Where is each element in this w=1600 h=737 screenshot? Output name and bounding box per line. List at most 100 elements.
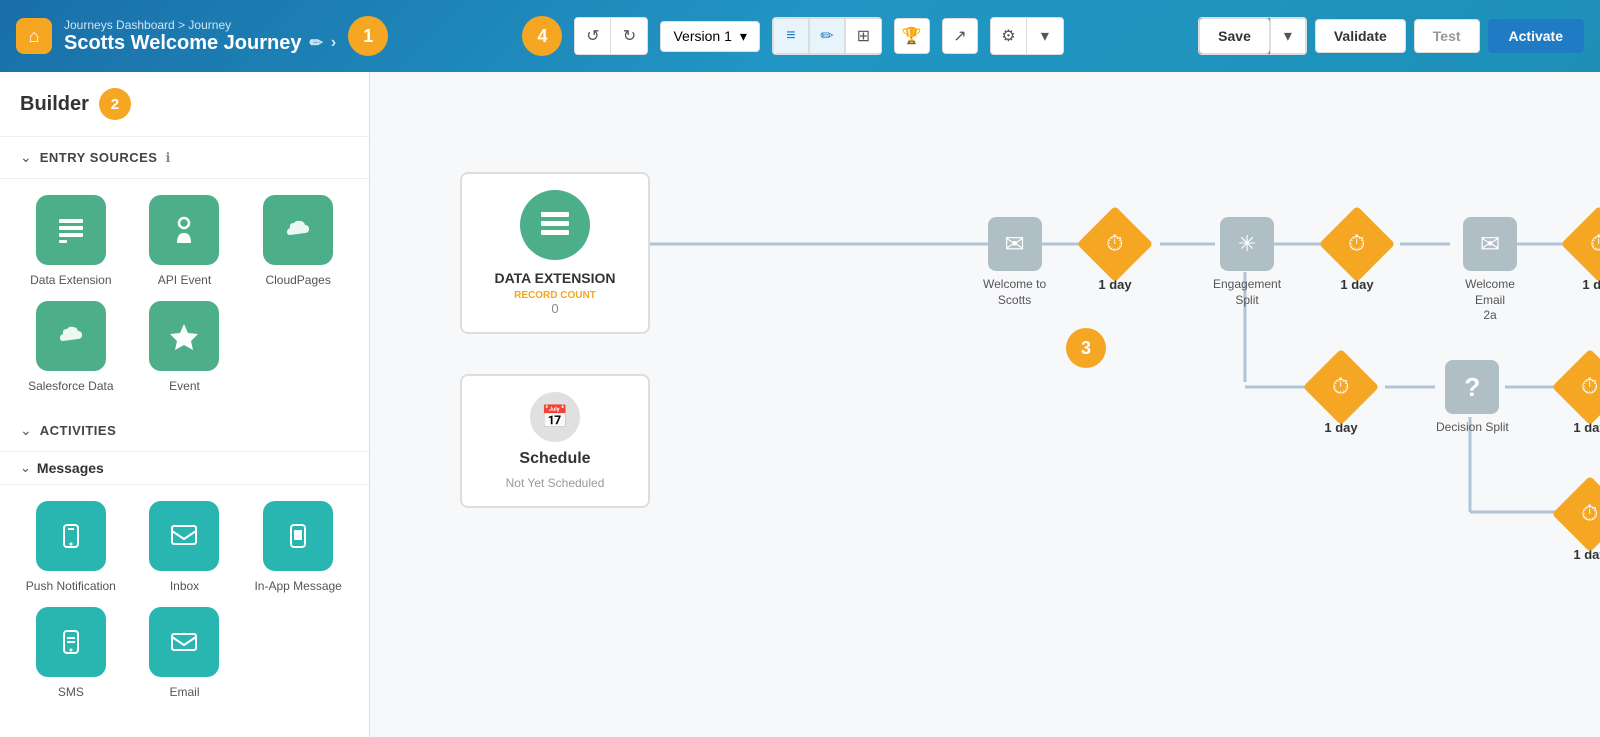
validate-button[interactable]: Validate: [1315, 19, 1406, 53]
activities-toggle[interactable]: ⌄: [20, 422, 32, 439]
welcome-scotts-node[interactable]: ✉ Welcome toScotts: [983, 217, 1046, 308]
email-label: Email: [169, 685, 199, 701]
undo-button[interactable]: ↺: [575, 18, 611, 54]
edit-icon[interactable]: ✏: [309, 33, 322, 53]
logo-icon[interactable]: ⌂: [16, 18, 52, 54]
grid-icon-btn[interactable]: ⊞: [845, 18, 881, 54]
step4-badge[interactable]: 4: [522, 16, 562, 56]
version-selector[interactable]: Version 1 ▾: [660, 21, 759, 52]
messages-toggle[interactable]: ⌄: [20, 460, 31, 476]
welcome-email-2a-icon: ✉: [1463, 217, 1517, 271]
decision-split-node[interactable]: ? Decision Split: [1436, 360, 1509, 436]
welcome-scotts-icon: ✉: [988, 217, 1042, 271]
schedule-subtitle: Not Yet Scheduled: [506, 476, 605, 490]
wait-2b-diamond: ⏱: [1303, 349, 1379, 425]
welcome-email-2a-node[interactable]: ✉ Welcome Email2a: [1450, 217, 1530, 324]
undo-redo-group: ↺ ↻: [574, 17, 648, 55]
schedule-icon: 📅: [530, 392, 580, 442]
sms-icon: [36, 607, 106, 677]
welcome-scotts-label: Welcome toScotts: [983, 277, 1046, 308]
wait-2a-node[interactable]: ⏱ 1 day: [1330, 217, 1384, 292]
data-extension-circle: [520, 190, 590, 260]
msg-push-notification[interactable]: Push Notification: [20, 501, 122, 595]
entry-item-event[interactable]: Event: [134, 301, 236, 395]
msg-email[interactable]: Email: [134, 607, 236, 701]
inbox-label: Inbox: [170, 579, 199, 595]
main-layout: Builder 2 ⌄ ENTRY SOURCES ℹ Data Extensi…: [0, 72, 1600, 737]
data-extension-node[interactable]: DATA EXTENSION RECORD COUNT 0: [460, 172, 650, 334]
breadcrumb: Journeys Dashboard > Journey: [64, 18, 336, 32]
msg-in-app[interactable]: In-App Message: [247, 501, 349, 595]
api-event-label: API Event: [158, 273, 211, 289]
arrow-right-icon: ›: [331, 34, 336, 52]
event-label: Event: [169, 379, 200, 395]
entry-item-data-extension[interactable]: Data Extension: [20, 195, 122, 289]
toolbar-icon-group: ≡ ✏ ⊞: [772, 17, 882, 55]
push-notification-icon: [36, 501, 106, 571]
sidebar-header: Builder 2: [0, 72, 369, 137]
decision-split-label: Decision Split: [1436, 420, 1509, 436]
engagement-split-icon: ✳: [1220, 217, 1274, 271]
messages-label: Messages: [37, 460, 104, 476]
api-event-icon: [149, 195, 219, 265]
data-extension-label: Data Extension: [30, 273, 111, 289]
welcome-email-2a-label: Welcome Email2a: [1450, 277, 1530, 324]
wait-2a-diamond: ⏱: [1319, 206, 1395, 282]
entry-item-api-event[interactable]: API Event: [134, 195, 236, 289]
sms-label: SMS: [58, 685, 84, 701]
wait-3c-diamond: ⏱: [1552, 476, 1600, 552]
test-button[interactable]: Test: [1414, 19, 1480, 53]
activate-button[interactable]: Activate: [1488, 19, 1584, 53]
save-dropdown-btn[interactable]: ▾: [1270, 18, 1306, 54]
trophy-icon-btn[interactable]: 🏆: [894, 18, 930, 54]
event-icon: [149, 301, 219, 371]
wait-3b-node[interactable]: ⏱ 1 day: [1563, 360, 1600, 435]
filter-icon-btn[interactable]: ≡: [773, 18, 809, 54]
msg-inbox[interactable]: Inbox: [134, 501, 236, 595]
settings-group: ⚙ ▾: [990, 17, 1064, 55]
entry-item-salesforce[interactable]: Salesforce Data: [20, 301, 122, 395]
in-app-label: In-App Message: [254, 579, 341, 595]
wait-3b-diamond: ⏱: [1552, 349, 1600, 425]
settings-icon-btn[interactable]: ⚙: [991, 18, 1027, 54]
engagement-split-label: EngagementSplit: [1213, 277, 1281, 308]
title-area: Journeys Dashboard > Journey Scotts Welc…: [64, 18, 336, 55]
entry-sources-header: ⌄ ENTRY SOURCES ℹ: [0, 137, 369, 179]
messages-header: ⌄ Messages: [0, 452, 369, 485]
salesforce-label: Salesforce Data: [28, 379, 113, 395]
redo-button[interactable]: ↻: [611, 18, 647, 54]
builder-title: Builder: [20, 93, 89, 116]
record-count-label: RECORD COUNT: [478, 290, 632, 301]
entry-sources-toggle[interactable]: ⌄: [20, 149, 32, 166]
step2-badge[interactable]: 2: [99, 88, 131, 120]
in-app-icon: [263, 501, 333, 571]
msg-sms[interactable]: SMS: [20, 607, 122, 701]
activities-label: ACTIVITIES: [40, 423, 117, 438]
engagement-split-node[interactable]: ✳ EngagementSplit: [1213, 217, 1281, 308]
email-icon: [149, 607, 219, 677]
pen-icon-btn[interactable]: ✏: [809, 18, 845, 54]
entry-sources-label: ENTRY SOURCES: [40, 150, 158, 165]
save-button[interactable]: Save: [1199, 18, 1270, 54]
sidebar: Builder 2 ⌄ ENTRY SOURCES ℹ Data Extensi…: [0, 72, 370, 737]
topbar-right: Save ▾ Validate Test Activate: [1198, 17, 1584, 55]
export-icon-btn[interactable]: ↗: [942, 18, 978, 54]
data-extension-title: DATA EXTENSION: [478, 270, 632, 286]
journey-name: Scotts Welcome Journey ✏ ›: [64, 32, 336, 55]
wait-1a-diamond: ⏱: [1077, 206, 1153, 282]
wait-1a-node[interactable]: ⏱ 1 day: [1088, 217, 1142, 292]
info-icon: ℹ: [165, 150, 170, 166]
entry-item-cloudpages[interactable]: CloudPages: [247, 195, 349, 289]
journey-canvas[interactable]: DATA EXTENSION RECORD COUNT 0 📅 Schedule…: [370, 72, 1600, 737]
toolbar-center: 4 ↺ ↻ Version 1 ▾ ≡ ✏ ⊞ 🏆 ↗ ⚙ ▾: [400, 16, 1186, 56]
messages-grid: Push Notification Inbox: [0, 485, 369, 716]
schedule-node[interactable]: 📅 Schedule Not Yet Scheduled: [460, 374, 650, 508]
step1-badge[interactable]: 1: [348, 16, 388, 56]
wait-3a-node[interactable]: ⏱ 1 day: [1572, 217, 1600, 292]
wait-2b-node[interactable]: ⏱ 1 day: [1314, 360, 1368, 435]
settings-chevron-btn[interactable]: ▾: [1027, 18, 1063, 54]
schedule-title: Schedule: [519, 450, 590, 468]
connector-svg: [370, 72, 1600, 672]
wait-3c-node[interactable]: ⏱ 1 day: [1563, 487, 1600, 562]
step3-badge[interactable]: 3: [1066, 328, 1106, 368]
